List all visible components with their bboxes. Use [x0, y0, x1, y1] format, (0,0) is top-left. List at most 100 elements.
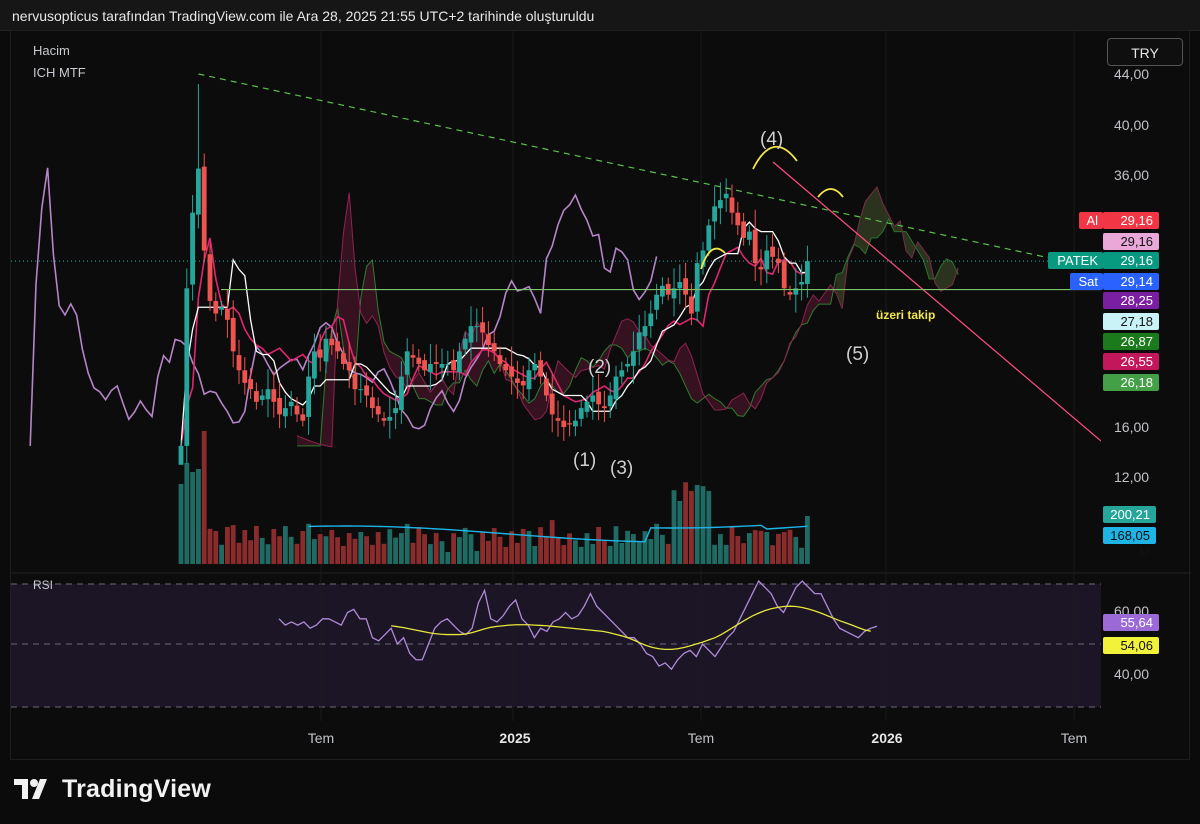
volume-bar: [660, 534, 665, 564]
chart-area[interactable]: (1) (2) (3) (4) (5) üzeri takip 44,00 40…: [10, 30, 1191, 761]
head-arc: [752, 145, 798, 170]
rsi-tick-40: 40,00: [1114, 666, 1149, 682]
candle-body: [196, 168, 201, 215]
volume-bar: [294, 543, 300, 564]
volume-bar: [323, 536, 329, 564]
price-tag-magenta: 26,55: [1103, 353, 1159, 370]
candle-body: [480, 322, 485, 333]
candle-body: [410, 355, 416, 358]
candle-body: [590, 395, 596, 402]
volume-bar: [596, 527, 601, 564]
volume-bar: [277, 536, 282, 564]
price-tag-pink: 29,16: [1103, 233, 1159, 250]
candle-body: [399, 376, 404, 410]
price-tick-40: 40,00: [1114, 117, 1149, 133]
wave-label-2: (2): [588, 357, 611, 378]
legend-rsi[interactable]: RSI: [33, 578, 53, 592]
candle-body: [468, 326, 474, 343]
volume-bar: [462, 527, 468, 564]
volume-bar: [236, 542, 242, 564]
candle-body: [752, 229, 758, 264]
candle-body: [694, 263, 700, 312]
volume-bar: [428, 544, 433, 564]
volume-bar: [741, 543, 746, 564]
volume-bar: [549, 520, 555, 564]
volume-bar: [288, 536, 294, 564]
candle-body: [549, 393, 555, 415]
candle-body: [677, 282, 683, 289]
legend-ichimoku[interactable]: ICH MTF: [33, 65, 86, 80]
candle-body: [277, 398, 282, 415]
volume-bar: [439, 541, 445, 564]
volume-bar: [381, 543, 387, 564]
time-label-tem-2: Tem: [688, 730, 714, 746]
time-label-tem-1: Tem: [308, 730, 334, 746]
candle-body: [387, 416, 393, 421]
candle-body: [381, 418, 387, 421]
candle-body: [544, 378, 549, 396]
volume-bar: [752, 530, 758, 564]
candle-body: [787, 292, 793, 295]
volume-bar: [781, 532, 787, 564]
volume-bar: [335, 537, 340, 564]
candle-body: [341, 353, 346, 364]
volume-bar: [758, 530, 764, 564]
volume-bar: [718, 534, 723, 564]
time-label-tem-3: Tem: [1061, 730, 1087, 746]
volume-bar: [271, 529, 277, 564]
volume-bar: [300, 531, 306, 564]
snapshot-caption: nervusopticus tarafından TradingView.com…: [12, 8, 595, 24]
candle-body: [358, 389, 364, 391]
candle-body: [213, 300, 219, 314]
volume-bar: [799, 547, 804, 564]
volume-bar: [787, 529, 793, 564]
chart-svg[interactable]: (1) (2) (3) (4) (5) üzeri takip 44,00 40…: [11, 31, 1191, 761]
candle-body: [416, 357, 422, 364]
volume-bar: [219, 544, 224, 564]
candle-body: [683, 278, 688, 295]
candle-body: [364, 385, 369, 396]
price-tick-36: 36,00: [1114, 167, 1149, 183]
volume-bar: [474, 551, 480, 564]
brand-footer[interactable]: TradingView: [14, 774, 211, 804]
candle-body: [660, 285, 665, 297]
candle-body: [561, 420, 567, 427]
candle-body: [770, 246, 775, 257]
wave-label-4: (4): [760, 129, 783, 150]
candle-body: [619, 370, 625, 377]
volume-bar: [735, 536, 741, 564]
price-tick-12: 12,00: [1114, 469, 1149, 485]
candle-body: [317, 349, 323, 358]
volume-bar: [283, 526, 288, 564]
candle-body: [190, 212, 195, 285]
volume-bar: [747, 533, 752, 564]
volume-bar: [625, 530, 630, 564]
volume-bar: [196, 469, 201, 564]
currency-button[interactable]: TRY: [1107, 38, 1183, 66]
volume-bar: [573, 540, 578, 564]
candle-body: [300, 414, 306, 421]
volume-bar: [590, 544, 596, 564]
wave-label-5: (5): [846, 344, 869, 365]
candle-body: [474, 326, 480, 328]
volume-bar: [370, 544, 375, 564]
candle-body: [491, 343, 497, 352]
volume-bar: [329, 530, 335, 564]
candle-body: [636, 332, 642, 350]
volume-bar: [776, 533, 781, 564]
candle-body: [312, 351, 317, 379]
candle-body: [288, 401, 294, 407]
candle-body: [375, 406, 381, 415]
candle-body: [573, 420, 578, 427]
candle-body: [404, 351, 410, 375]
candle-body: [642, 326, 648, 337]
candle-body: [352, 374, 358, 390]
volume-bar: [230, 525, 236, 564]
candle-body: [259, 395, 265, 400]
volume-bar: [393, 537, 398, 564]
legend-volume[interactable]: Hacim: [33, 43, 70, 58]
volume-bar: [683, 482, 688, 564]
candle-body: [729, 197, 735, 213]
candle-body: [758, 266, 764, 270]
price-tag-darkgreen: 26,87: [1103, 333, 1159, 350]
